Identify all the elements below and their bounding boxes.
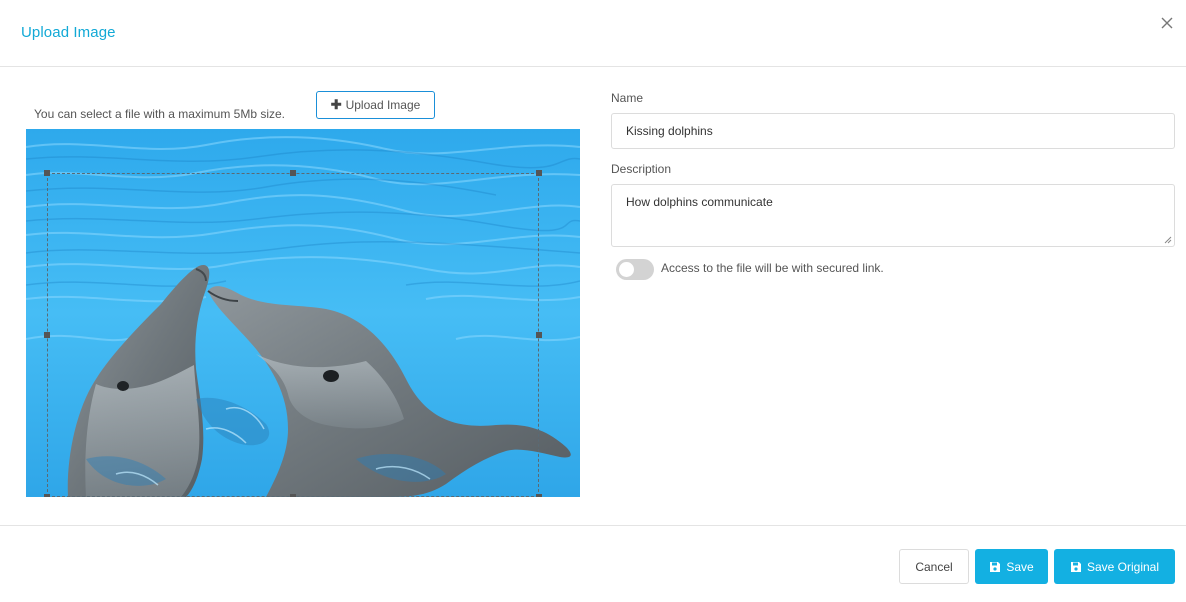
description-field[interactable]: How dolphins communicate <box>611 184 1175 247</box>
save-button-label: Save <box>1006 559 1034 574</box>
description-label: Description <box>611 162 672 176</box>
cancel-button[interactable]: Cancel <box>899 549 969 584</box>
dialog-header: Upload Image <box>0 0 1186 67</box>
name-label: Name <box>611 91 644 105</box>
floppy-disk-icon <box>990 561 1001 572</box>
secure-link-toggle[interactable] <box>616 259 654 280</box>
save-button[interactable]: Save <box>975 549 1048 584</box>
footer-divider <box>0 525 1186 526</box>
plus-icon: ✚ <box>330 97 342 112</box>
upload-image-dialog: Upload Image You can select a file with … <box>0 0 1186 602</box>
resize-grip-icon[interactable] <box>1164 236 1172 244</box>
upload-image-button[interactable]: ✚ Upload Image <box>316 91 435 119</box>
crop-handle-top-right[interactable] <box>536 170 542 176</box>
crop-handle-bottom-middle[interactable] <box>290 494 296 497</box>
crop-handle-bottom-left[interactable] <box>44 494 50 497</box>
name-field[interactable]: Kissing dolphins <box>611 113 1175 149</box>
crop-handle-middle-left[interactable] <box>44 332 50 338</box>
close-icon[interactable] <box>1158 14 1176 32</box>
save-original-button[interactable]: Save Original <box>1054 549 1175 584</box>
crop-handle-top-left[interactable] <box>44 170 50 176</box>
image-crop-area[interactable] <box>26 129 580 497</box>
save-original-button-label: Save Original <box>1086 559 1160 574</box>
crop-handle-top-middle[interactable] <box>290 170 296 176</box>
description-value: How dolphins communicate <box>626 195 773 209</box>
upload-image-button-label: Upload Image <box>345 98 421 112</box>
crop-handle-middle-right[interactable] <box>536 332 542 338</box>
crop-selection-box[interactable] <box>44 170 542 497</box>
file-size-hint: You can select a file with a maximum 5Mb… <box>34 107 285 121</box>
floppy-disk-icon <box>1070 561 1081 572</box>
dialog-title: Upload Image <box>21 24 116 41</box>
toggle-knob <box>619 262 634 277</box>
secure-link-label: Access to the file will be with secured … <box>661 261 884 275</box>
crop-handle-bottom-right[interactable] <box>536 494 542 497</box>
